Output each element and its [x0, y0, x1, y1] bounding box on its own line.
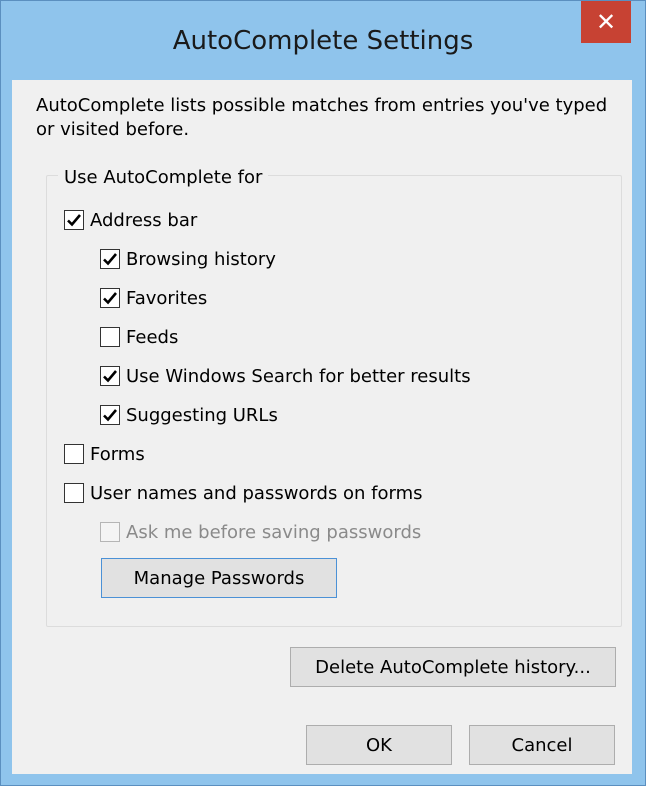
close-icon: ✕	[595, 8, 617, 36]
checkbox-label: Browsing history	[126, 248, 276, 270]
checkmark-icon	[103, 370, 117, 383]
checkbox-box[interactable]	[100, 405, 120, 425]
checkbox-favorites[interactable]: Favorites	[100, 284, 207, 312]
checkbox-box[interactable]	[100, 249, 120, 269]
checkbox-box[interactable]	[64, 483, 84, 503]
close-button[interactable]: ✕	[581, 1, 631, 43]
checkbox-box[interactable]	[100, 288, 120, 308]
checkbox-feeds[interactable]: Feeds	[100, 323, 178, 351]
cancel-button[interactable]: Cancel	[469, 725, 615, 765]
checkbox-label: Use Windows Search for better results	[126, 365, 471, 387]
checkbox-box[interactable]	[100, 366, 120, 386]
checkbox-box[interactable]	[64, 210, 84, 230]
checkbox-label: Suggesting URLs	[126, 404, 278, 426]
checkmark-icon	[103, 409, 117, 422]
checkbox-box[interactable]	[64, 444, 84, 464]
checkbox-suggesting-urls[interactable]: Suggesting URLs	[100, 401, 278, 429]
checkbox-label: Forms	[90, 443, 145, 465]
checkmark-icon	[103, 292, 117, 305]
checkbox-label: Ask me before saving passwords	[126, 521, 422, 543]
checkbox-browsing-history[interactable]: Browsing history	[100, 245, 276, 273]
checkmark-icon	[103, 253, 117, 266]
checkbox-box[interactable]	[100, 327, 120, 347]
checkbox-label: Favorites	[126, 287, 208, 309]
checkbox-user-names-passwords[interactable]: User names and passwords on forms	[64, 479, 423, 507]
checkbox-label: User names and passwords on forms	[90, 482, 423, 504]
checkmark-icon	[67, 214, 81, 227]
delete-history-button[interactable]: Delete AutoComplete history...	[290, 647, 616, 687]
manage-passwords-button[interactable]: Manage Passwords	[101, 558, 337, 598]
ok-button[interactable]: OK	[306, 725, 452, 765]
description-text: AutoComplete lists possible matches from…	[36, 95, 608, 140]
checkbox-box	[100, 522, 120, 542]
checkbox-address-bar[interactable]: Address bar	[64, 206, 197, 234]
dialog-title: AutoComplete Settings	[172, 26, 474, 56]
checkbox-label: Feeds	[126, 326, 179, 348]
checkbox-label: Address bar	[90, 209, 198, 231]
checkbox-forms[interactable]: Forms	[64, 440, 145, 468]
checkbox-windows-search[interactable]: Use Windows Search for better results	[100, 362, 471, 390]
checkbox-ask-before-saving: Ask me before saving passwords	[100, 518, 421, 546]
group-legend: Use AutoComplete for	[58, 166, 269, 190]
